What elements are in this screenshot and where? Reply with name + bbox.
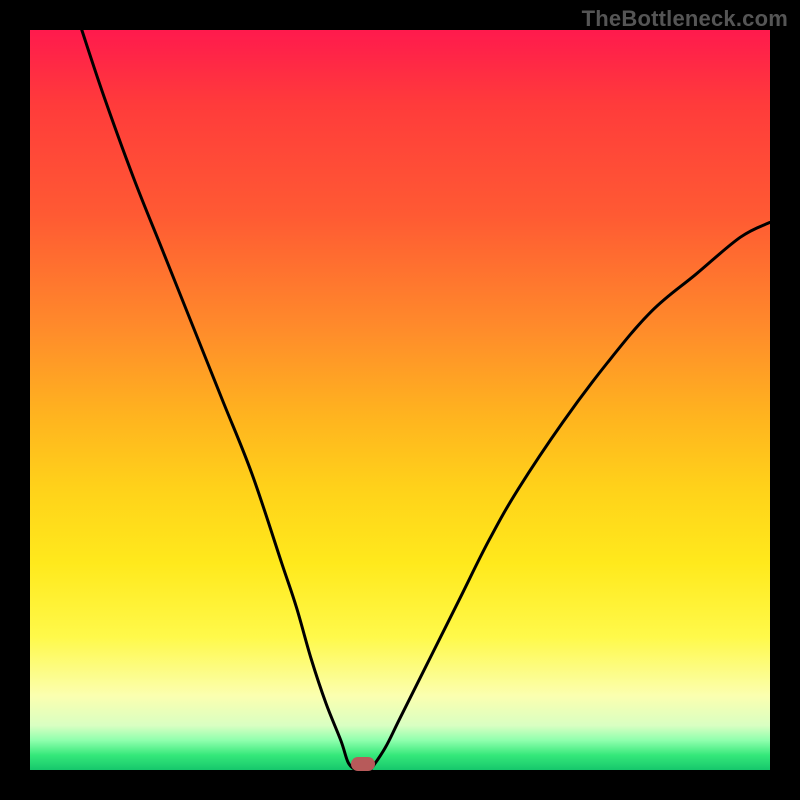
plot-area <box>30 30 770 770</box>
chart-frame: TheBottleneck.com <box>0 0 800 800</box>
min-marker <box>351 757 375 771</box>
watermark-text: TheBottleneck.com <box>582 6 788 32</box>
